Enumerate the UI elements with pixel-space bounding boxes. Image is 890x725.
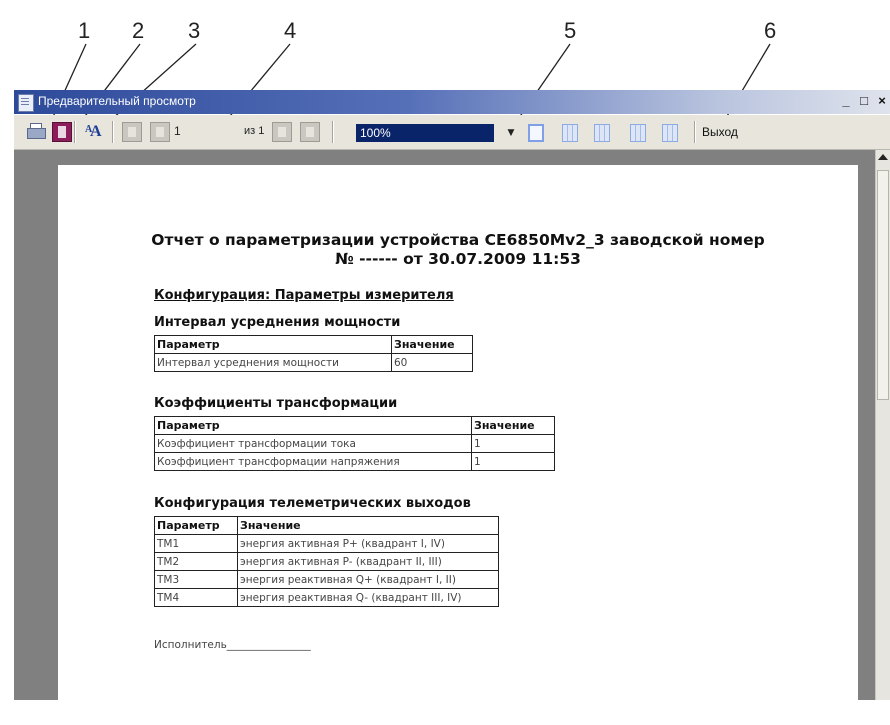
callout-5: 5 [564,18,577,43]
prev-page-button[interactable] [150,122,170,142]
page-setup-button[interactable] [52,122,72,142]
vertical-scrollbar[interactable] [875,150,890,700]
report-page: Отчет о параметризации устройства CE6850… [58,165,858,725]
table-cell: 1 [471,434,555,453]
report-title: Отчет о параметризации устройства CE6850… [58,231,858,269]
maximize-button[interactable]: □ [856,92,872,110]
table-cell: Коэффициент трансформации тока [154,434,472,453]
table-row: TM2 энергия активная P- (квадрант II, II… [154,552,499,571]
toolbar-separator [112,121,114,143]
table-cell: TM2 [154,552,238,571]
table-cell: энергия активная P- (квадрант II, III) [237,552,499,571]
column-header: Значение [237,516,499,535]
page-count-label: из 1 [244,125,265,137]
scrollbar-thumb[interactable] [877,170,889,400]
section-heading: Конфигурация: Параметры измерителя [154,288,454,303]
transformation-ratio-table: Параметр Значение Коэффициент трансформа… [154,416,555,471]
preview-toolbar: AA 1 из 1 100% ▼ Выход [14,115,890,150]
zoom-select[interactable]: 100% [356,124,494,142]
table-cell: энергия активная P+ (квадрант I, IV) [237,534,499,553]
column-header: Параметр [154,416,472,435]
report-title-line-2: № ------ от 30.07.2009 11:53 [335,250,581,268]
column-header: Параметр [154,335,392,354]
table-row: TM1 энергия активная P+ (квадрант I, IV) [154,534,499,553]
grid-view-button[interactable] [662,124,678,142]
table-heading: Интервал усреднения мощности [154,315,401,330]
zoom-dropdown-arrow-icon[interactable]: ▼ [506,125,516,141]
column-header: Параметр [154,516,238,535]
table-cell: энергия реактивная Q+ (квадрант I, II) [237,570,499,589]
table-cell: Интервал усреднения мощности [154,353,392,372]
power-interval-table: Параметр Значение Интервал усреднения мо… [154,335,473,372]
preview-area: Отчет о параметризации устройства CE6850… [14,150,890,725]
callout-1: 1 [78,18,91,43]
minimize-button[interactable]: _ [838,92,854,110]
callout-4: 4 [284,18,297,43]
table-cell: TM1 [154,534,238,553]
next-page-button[interactable] [272,122,292,142]
table-cell: TM3 [154,570,238,589]
table-cell: 1 [471,452,555,471]
table-header-row: Параметр Значение [154,516,499,535]
last-page-button[interactable] [300,122,320,142]
table-cell: Коэффициент трансформации напряжения [154,452,472,471]
page-number-input[interactable]: 1 [174,124,181,138]
scroll-up-arrow-icon[interactable] [878,154,888,160]
table-row: Коэффициент трансформации тока 1 [154,434,555,453]
table-row: TM3 энергия реактивная Q+ (квадрант I, I… [154,570,499,589]
document-icon [18,94,34,112]
exit-button[interactable]: Выход [702,125,738,139]
table-row: TM4 энергия реактивная Q- (квадрант III,… [154,588,499,607]
window-controls: _ □ × [838,92,890,110]
window-title: Предварительный просмотр [38,94,196,108]
toolbar-separator [694,121,696,143]
telemetry-outputs-table: Параметр Значение TM1 энергия активная P… [154,516,499,607]
window-titlebar[interactable]: Предварительный просмотр _ □ × [14,90,890,114]
table-cell: TM4 [154,588,238,607]
column-header: Значение [391,335,473,354]
print-button[interactable] [26,122,46,142]
table-cell: энергия реактивная Q- (квадрант III, IV) [237,588,499,607]
toolbar-separator [332,121,334,143]
table-heading: Конфигурация телеметрических выходов [154,496,471,511]
executor-signature-line: Исполнитель________________ [154,639,311,651]
table-header-row: Параметр Значение [154,335,473,354]
columns-view-button[interactable] [630,124,646,142]
single-page-view-button[interactable] [528,124,544,142]
toolbar-separator [74,121,76,143]
callout-6: 6 [764,18,777,43]
callout-2: 2 [132,18,145,43]
table-row: Коэффициент трансформации напряжения 1 [154,452,555,471]
table-heading: Коэффициенты трансформации [154,396,398,411]
callout-3: 3 [188,18,201,43]
font-button[interactable]: AA [84,122,104,142]
four-pages-view-button[interactable] [594,124,610,142]
report-title-line-1: Отчет о параметризации устройства CE6850… [151,231,765,249]
first-page-button[interactable] [122,122,142,142]
table-cell: 60 [391,353,473,372]
two-pages-view-button[interactable] [562,124,578,142]
close-button[interactable]: × [874,92,890,110]
table-row: Интервал усреднения мощности 60 [154,353,473,372]
table-header-row: Параметр Значение [154,416,555,435]
column-header: Значение [471,416,555,435]
